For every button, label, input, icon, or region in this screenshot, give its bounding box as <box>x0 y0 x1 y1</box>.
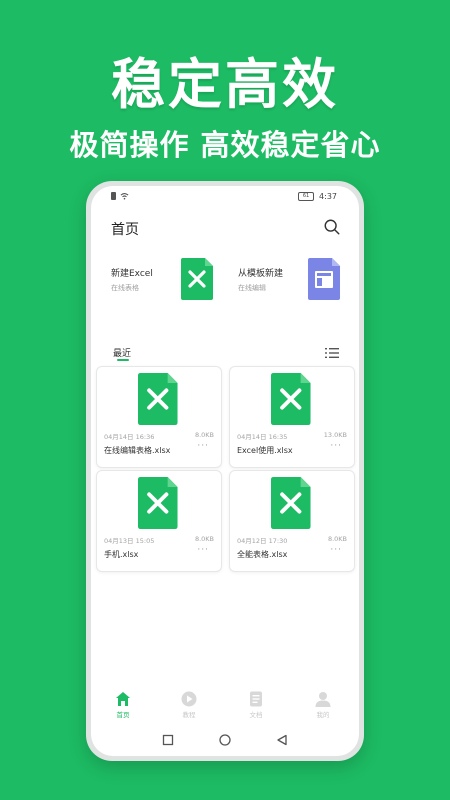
new-excel-button[interactable]: 新建Excel 在线表格 <box>111 258 223 308</box>
new-excel-sublabel: 在线表格 <box>111 284 139 292</box>
excel-file-icon <box>181 258 213 300</box>
file-size: 13.0KB <box>323 431 347 439</box>
status-bar: 61 4:37 <box>91 191 359 205</box>
file-date: 04月14日 16:35 <box>237 433 288 441</box>
more-options-icon[interactable]: ··· <box>197 545 209 555</box>
nav-home[interactable]: 首页 <box>103 691 143 719</box>
document-icon <box>250 691 262 707</box>
excel-file-icon <box>138 373 178 425</box>
app-screen: 61 4:37 首页 新建Excel 在线表格 从模板新建 在线编辑 最近 04… <box>91 186 359 756</box>
system-nav-bar <box>91 732 359 750</box>
file-size: 8.0KB <box>327 535 347 543</box>
file-card[interactable]: 04月14日 16:36 8.0KB 在线编辑表格.xlsx ··· <box>96 366 222 468</box>
nav-tutorial-label: 教程 <box>182 711 196 719</box>
nav-profile-label: 我的 <box>316 711 330 719</box>
file-name: Excel使用.xlsx <box>237 446 293 455</box>
new-from-template-label: 从模板新建 <box>238 269 284 279</box>
sim-icon <box>111 192 116 200</box>
promo-subtitle: 极简操作 高效稳定省心 <box>69 128 381 162</box>
file-meta: 04月14日 16:35 13.0KB <box>237 431 347 441</box>
tab-recent[interactable]: 最近 <box>113 346 131 359</box>
new-from-template-button[interactable]: 从模板新建 在线编辑 <box>238 258 350 308</box>
file-name: 全能表格.xlsx <box>237 550 288 559</box>
back-triangle-icon[interactable] <box>276 734 288 746</box>
nav-home-label: 首页 <box>116 711 130 719</box>
file-meta: 04月13日 15:05 8.0KB <box>104 535 214 545</box>
file-name: 在线编辑表格.xlsx <box>104 446 171 455</box>
nav-tutorial[interactable]: 教程 <box>169 691 209 719</box>
more-options-icon[interactable]: ··· <box>330 441 342 451</box>
nav-documents-label: 文档 <box>249 711 263 719</box>
tab-indicator <box>117 359 129 361</box>
file-card[interactable]: 04月13日 15:05 8.0KB 手机.xlsx ··· <box>96 470 222 572</box>
more-options-icon[interactable]: ··· <box>330 545 342 555</box>
bottom-nav: 首页 教程 文档 我的 <box>91 691 359 731</box>
home-icon <box>116 692 130 706</box>
nav-documents[interactable]: 文档 <box>236 691 276 719</box>
phone-frame: 61 4:37 首页 新建Excel 在线表格 从模板新建 在线编辑 最近 04… <box>86 181 364 761</box>
promo-title: 稳定高效 <box>111 53 339 116</box>
page-title: 首页 <box>111 222 139 238</box>
file-date: 04月14日 16:36 <box>104 433 155 441</box>
wifi-icon <box>120 192 129 200</box>
new-from-template-sublabel: 在线编辑 <box>238 284 266 292</box>
home-circle-icon[interactable] <box>219 734 231 746</box>
template-file-icon <box>308 258 340 300</box>
search-icon[interactable] <box>323 218 341 236</box>
new-excel-label: 新建Excel <box>111 269 153 279</box>
play-icon <box>181 691 197 707</box>
file-card[interactable]: 04月14日 16:35 13.0KB Excel使用.xlsx ··· <box>229 366 355 468</box>
recents-square-icon[interactable] <box>162 734 174 746</box>
excel-file-icon <box>138 477 178 529</box>
file-meta: 04月14日 16:36 8.0KB <box>104 431 214 441</box>
file-date: 04月13日 15:05 <box>104 537 155 545</box>
more-options-icon[interactable]: ··· <box>197 441 209 451</box>
excel-file-icon <box>271 373 311 425</box>
file-meta: 04月12日 17:30 8.0KB <box>237 535 347 545</box>
list-view-icon[interactable] <box>325 347 339 359</box>
status-time: 4:37 <box>319 192 337 201</box>
file-card[interactable]: 04月12日 17:30 8.0KB 全能表格.xlsx ··· <box>229 470 355 572</box>
file-size: 8.0KB <box>194 431 214 439</box>
file-name: 手机.xlsx <box>104 550 139 559</box>
battery-icon: 61 <box>298 192 315 201</box>
excel-file-icon <box>271 477 311 529</box>
nav-profile[interactable]: 我的 <box>303 691 343 719</box>
file-size: 8.0KB <box>194 535 214 543</box>
file-date: 04月12日 17:30 <box>237 537 288 545</box>
user-icon <box>315 692 331 707</box>
